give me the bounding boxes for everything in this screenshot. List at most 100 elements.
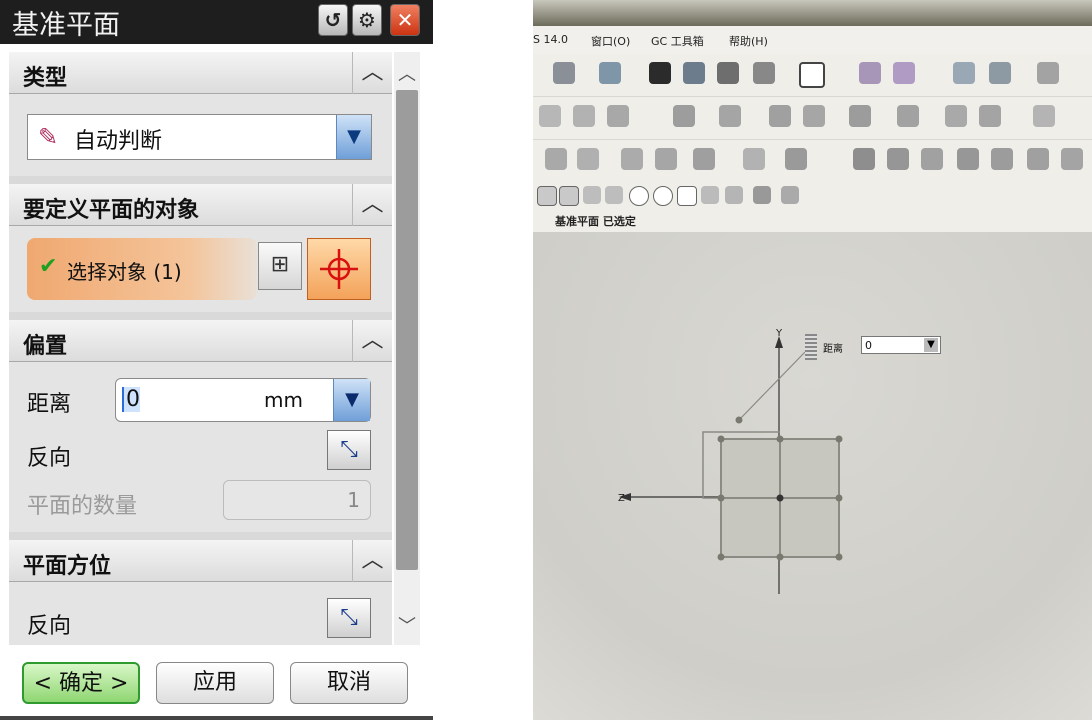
- toolbar-icon[interactable]: [599, 62, 621, 84]
- toolbar-icon[interactable]: [887, 148, 909, 170]
- distance-value[interactable]: 0: [122, 387, 140, 412]
- collapse-icon[interactable]: ︿: [352, 184, 392, 226]
- apply-button[interactable]: 应用: [156, 662, 274, 704]
- dialog-footer: < 确定 > 应用 取消: [0, 650, 433, 720]
- toolbar-icon[interactable]: [683, 62, 705, 84]
- toolbar-icon[interactable]: [719, 105, 741, 127]
- toolbar-icon[interactable]: [893, 62, 915, 84]
- toolbar-icon[interactable]: [853, 148, 875, 170]
- plane-count-value: 1: [347, 488, 360, 512]
- toolbar-icon[interactable]: [717, 62, 739, 84]
- distance-input[interactable]: 0 mm ▼: [115, 378, 371, 422]
- drag-handle[interactable]: [805, 334, 817, 360]
- toolbar-icon[interactable]: [545, 148, 567, 170]
- toolbar-icon[interactable]: [693, 148, 715, 170]
- menu-item-version[interactable]: S 14.0: [533, 33, 568, 46]
- toolbar-icon[interactable]: [573, 105, 595, 127]
- toolbar-icon[interactable]: [673, 105, 695, 127]
- toolbar-icon[interactable]: [781, 186, 799, 204]
- toolbar-icon[interactable]: [953, 62, 975, 84]
- toolbar-icon[interactable]: [537, 186, 557, 206]
- orientation-reverse-label: 反向: [27, 614, 72, 639]
- toolbar-icon[interactable]: [583, 186, 601, 204]
- collapse-icon[interactable]: ︿: [352, 320, 392, 362]
- toolbar-icon[interactable]: [1061, 148, 1083, 170]
- toolbar-icon[interactable]: [607, 105, 629, 127]
- chevron-down-icon[interactable]: ▼: [336, 115, 371, 159]
- toolbar-icon[interactable]: [849, 105, 871, 127]
- ok-button[interactable]: < 确定 >: [22, 662, 140, 704]
- toolbar-row-4: [533, 182, 1092, 211]
- auto-infer-icon: ✎: [38, 123, 59, 151]
- down-arrow-icon[interactable]: ▼: [924, 338, 938, 352]
- menu-item-gc-toolbox[interactable]: GC 工具箱: [651, 33, 704, 49]
- select-object-item[interactable]: ✔ 选择对象 (1): [27, 238, 257, 300]
- dialog-body: 类型 ︿ ✎ 自动判断 ▼ 要定义平面的对象 ︿ ✔ 选择对象 (1) ⊞ 偏置…: [9, 52, 392, 645]
- toolbar-icon[interactable]: [653, 186, 673, 206]
- reset-icon[interactable]: ↺: [318, 4, 348, 36]
- toolbar-icon[interactable]: [559, 186, 579, 206]
- vertical-scrollbar[interactable]: ︿ ﹀: [394, 52, 420, 645]
- section-header-offset[interactable]: 偏置 ︿: [9, 320, 392, 362]
- toolbar-icon[interactable]: [1033, 105, 1055, 127]
- down-arrow-icon[interactable]: ▼: [333, 379, 370, 421]
- toolbar-icon[interactable]: [991, 148, 1013, 170]
- reverse-label: 反向: [27, 446, 72, 471]
- distance-label: 距离: [27, 392, 72, 417]
- gear-icon[interactable]: ⚙: [352, 4, 382, 36]
- toolbar-icon[interactable]: [1037, 62, 1059, 84]
- toolbar-icon[interactable]: [621, 148, 643, 170]
- toolbar-icon[interactable]: [677, 186, 697, 206]
- toolbar-icon[interactable]: [753, 62, 775, 84]
- section-header-type[interactable]: 类型 ︿: [9, 52, 392, 94]
- section-header-orientation[interactable]: 平面方位 ︿: [9, 540, 392, 582]
- toolbar-icon[interactable]: [649, 62, 671, 84]
- toolbar-icon[interactable]: [957, 148, 979, 170]
- scroll-up-icon[interactable]: ︿: [394, 60, 420, 86]
- graphics-window[interactable]: Y Z 距离 0 ▼: [533, 232, 1092, 720]
- datum-plane-dialog: 基准平面 ↺ ⚙ ✕ 类型 ︿ ✎ 自动判断 ▼ 要定义平面的对象 ︿ ✔ 选择…: [0, 0, 433, 720]
- collapse-icon[interactable]: ︿: [352, 540, 392, 582]
- onscreen-distance-label: 距离: [823, 344, 843, 355]
- toolbar-icon[interactable]: [701, 186, 719, 204]
- toolbar-icon[interactable]: [897, 105, 919, 127]
- menu-item-help[interactable]: 帮助(H): [729, 33, 768, 49]
- collapse-icon[interactable]: ︿: [352, 52, 392, 94]
- toolbar-row-3: [533, 140, 1092, 183]
- toolbar-icon[interactable]: [979, 105, 1001, 127]
- menu-item-window[interactable]: 窗口(O): [591, 33, 630, 49]
- orientation-reverse-button[interactable]: ⤡: [327, 598, 371, 638]
- type-dropdown[interactable]: ✎ 自动判断 ▼: [27, 114, 372, 160]
- toolbar-icon[interactable]: [629, 186, 649, 206]
- section-header-objects[interactable]: 要定义平面的对象 ︿: [9, 184, 392, 226]
- toolbar-icon[interactable]: [1027, 148, 1049, 170]
- add-selection-button[interactable]: ⊞: [258, 242, 302, 290]
- toolbar-icon[interactable]: [785, 148, 807, 170]
- cancel-button[interactable]: 取消: [290, 662, 408, 704]
- toolbar-icon[interactable]: [655, 148, 677, 170]
- toolbar-icon[interactable]: [799, 62, 825, 88]
- scroll-down-icon[interactable]: ﹀: [394, 612, 420, 638]
- toolbar-icon[interactable]: [743, 148, 765, 170]
- toolbar-icon[interactable]: [859, 62, 881, 84]
- point-dialog-button[interactable]: [307, 238, 371, 300]
- toolbar-icon[interactable]: [553, 62, 575, 84]
- toolbar-icon[interactable]: [921, 148, 943, 170]
- scrollbar-thumb[interactable]: [396, 90, 418, 570]
- section-label-objects: 要定义平面的对象: [23, 198, 200, 223]
- onscreen-distance-field[interactable]: 0 ▼: [861, 336, 941, 354]
- toolbar-icon[interactable]: [753, 186, 771, 204]
- close-icon[interactable]: ✕: [390, 4, 420, 36]
- toolbar-icon[interactable]: [725, 186, 743, 204]
- toolbar-icon[interactable]: [989, 62, 1011, 84]
- distance-onscreen-input[interactable]: 距离 0 ▼: [805, 334, 945, 360]
- onscreen-distance-value[interactable]: 0: [865, 339, 872, 352]
- toolbar-icon[interactable]: [803, 105, 825, 127]
- toolbar-icon[interactable]: [945, 105, 967, 127]
- toolbar-icon[interactable]: [577, 148, 599, 170]
- toolbar-icon[interactable]: [769, 105, 791, 127]
- reverse-direction-icon: ⤡: [340, 605, 358, 630]
- toolbar-icon[interactable]: [539, 105, 561, 127]
- toolbar-icon[interactable]: [605, 186, 623, 204]
- reverse-direction-button[interactable]: ⤡: [327, 430, 371, 470]
